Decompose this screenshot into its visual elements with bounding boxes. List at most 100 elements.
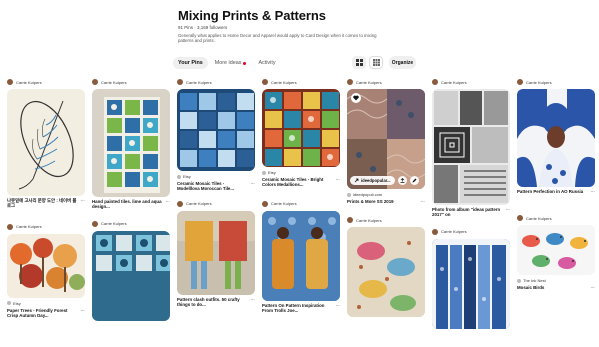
pin-image[interactable]: [7, 89, 85, 196]
edit-button[interactable]: [409, 176, 419, 185]
pattern-clash-image: [177, 210, 255, 289]
pin-image[interactable]: [517, 225, 595, 276]
pin-author: Carrie Kulpers: [271, 201, 297, 207]
heart-icon: [353, 95, 359, 101]
source-icon: [262, 170, 266, 175]
pin-card[interactable]: Carrie Kulpers ideedpopular... ideedpopu…: [347, 78, 425, 204]
pin-author: Carrie Kulpers: [356, 217, 382, 223]
pin-image[interactable]: [177, 89, 255, 171]
tab-activity[interactable]: Activity: [253, 57, 280, 69]
indigo-fabric-image: [432, 238, 510, 329]
more-icon[interactable]: ···: [166, 199, 170, 204]
source-icon: [177, 174, 181, 179]
more-icon[interactable]: ···: [506, 207, 510, 212]
tab-label: Your Pins: [178, 60, 203, 66]
pin-title: Pattern Perfection in AO Russia ···: [517, 189, 595, 194]
pin-source[interactable]: ideedpopuli.com: [347, 192, 425, 197]
board-description: Generally what applies to Home Decor and…: [178, 33, 377, 44]
pencil-icon: [412, 178, 417, 183]
pin-author: Carrie Kulpers: [441, 79, 467, 85]
pin-card[interactable]: Carrie Kulpers: [92, 220, 170, 321]
organize-button[interactable]: Organize: [389, 56, 416, 69]
pin-card[interactable]: Carrie Kulpers Pattern clash outfits. 50…: [177, 200, 255, 308]
compact-grid-icon: [372, 59, 380, 66]
pin-author: Carrie Kulpers: [186, 79, 212, 85]
pin-image[interactable]: [432, 89, 510, 205]
pin-card[interactable]: Carrie Kulpers Photo from album "ideas p…: [432, 78, 510, 218]
pin-card[interactable]: Carrie Kulpers Pattern On Pattern Inspir…: [262, 200, 340, 314]
pin-image[interactable]: [517, 89, 595, 187]
avatar: [347, 217, 353, 224]
avatar: [432, 79, 438, 85]
source-icon: [517, 278, 521, 283]
pin-title: Mosaic Birds ···: [517, 285, 595, 291]
pin-title: Photo from album "ideas pattern 2017" on…: [432, 207, 510, 218]
board-header: Mixing Prints & Patterns 91 Pins · 3,169…: [178, 8, 428, 44]
pin-column: Carrie Kulpers ideedpopular... ideedpopu…: [347, 78, 425, 323]
source-icon: [7, 301, 11, 306]
more-icon[interactable]: ···: [251, 297, 255, 302]
avatar: [517, 215, 523, 222]
pin-image[interactable]: [262, 89, 340, 167]
more-icon[interactable]: ···: [591, 285, 595, 290]
notification-dot: [243, 61, 247, 65]
pin-author: Carrie Kulpers: [356, 79, 382, 85]
more-icon[interactable]: ···: [591, 189, 595, 194]
pin-card[interactable]: Carrie Kulpers: [347, 216, 425, 318]
leaf-pattern-image: [18, 100, 74, 190]
avatar: [432, 228, 438, 235]
pin-byline: Carrie Kulpers: [262, 78, 340, 86]
pin-source[interactable]: Etsy: [177, 174, 255, 179]
pin-title: Ceramic Mosaic Tiles - Modelllova Morocc…: [177, 181, 255, 192]
pin-source[interactable]: Etsy: [7, 301, 85, 306]
pin-column: Carrie Kulpers Pattern Perfection in AO …: [517, 78, 595, 297]
tab-label: Activity: [258, 60, 276, 66]
compact-view-button[interactable]: [369, 56, 383, 69]
pin-image[interactable]: [7, 233, 85, 298]
avatar: [7, 79, 13, 85]
pin-byline: Carrie Kulpers: [177, 78, 255, 86]
pin-image[interactable]: ideedpopular...: [347, 89, 425, 189]
more-icon[interactable]: ···: [336, 177, 340, 182]
pin-source-link[interactable]: ideedpopular...: [350, 176, 395, 185]
pin-author: Carrie Kulpers: [101, 221, 127, 227]
pin-image[interactable]: [347, 227, 425, 318]
tab-your-pins[interactable]: Your Pins: [173, 57, 208, 69]
pin-byline: Carrie Kulpers: [92, 220, 170, 228]
pin-byline: Carrie Kulpers: [7, 78, 85, 86]
grid-view-button[interactable]: [352, 56, 366, 69]
more-icon[interactable]: ···: [251, 181, 255, 186]
pin-card[interactable]: Carrie Kulpers: [432, 228, 510, 329]
pin-card[interactable]: Carrie Kulpers Hand painted tiles. lime …: [92, 78, 170, 210]
pin-author: Carrie Kulpers: [186, 201, 212, 207]
pin-card[interactable]: Carrie Kulpers Etsy Paper Trees - Friend…: [7, 223, 85, 319]
pin-image[interactable]: [262, 210, 340, 301]
pin-author: Carrie Kulpers: [441, 229, 467, 235]
pin-source[interactable]: Etsy: [262, 170, 340, 175]
pin-byline: Carrie Kulpers: [7, 223, 85, 231]
save-heart-button[interactable]: [351, 93, 361, 103]
pin-byline: Carrie Kulpers: [432, 228, 510, 236]
pin-card[interactable]: Carrie Kulpers Etsy Ceramic Mosaic Tiles…: [262, 78, 340, 188]
tab-label: More ideas: [214, 60, 242, 66]
pin-column: Carrie Kulpers Etsy Ceramic Mosaic Tiles…: [177, 78, 255, 314]
more-icon[interactable]: ···: [81, 308, 85, 313]
pin-title: Prints & More SS 2019 ···: [347, 199, 425, 204]
pin-image[interactable]: [432, 238, 510, 329]
pin-card[interactable]: Carrie Kulpers Pattern Perfection in AO …: [517, 78, 595, 194]
more-icon[interactable]: ···: [336, 303, 340, 308]
share-button[interactable]: [397, 176, 407, 185]
tab-more-ideas[interactable]: More ideas: [210, 57, 252, 69]
pin-source[interactable]: The Ink Nest: [517, 278, 595, 283]
more-icon[interactable]: ···: [421, 199, 425, 204]
pin-card[interactable]: Carrie Kulpers The Ink Nest Mosaic Birds…: [517, 214, 595, 290]
pin-image[interactable]: [177, 210, 255, 295]
more-icon[interactable]: ···: [81, 198, 85, 203]
pattern-on-pattern-image: [262, 210, 340, 301]
pin-card[interactable]: Carrie Kulpers 나뭇잎에 고사리 문양 도안 : 네이버 블로그 ·…: [7, 78, 85, 209]
pin-author: Carrie Kulpers: [101, 79, 127, 85]
pin-card[interactable]: Carrie Kulpers Etsy Ceramic Mosaic Tiles…: [177, 78, 255, 192]
pin-image[interactable]: [92, 89, 170, 197]
pin-byline: Carrie Kulpers: [517, 214, 595, 222]
pin-image[interactable]: [92, 230, 170, 321]
